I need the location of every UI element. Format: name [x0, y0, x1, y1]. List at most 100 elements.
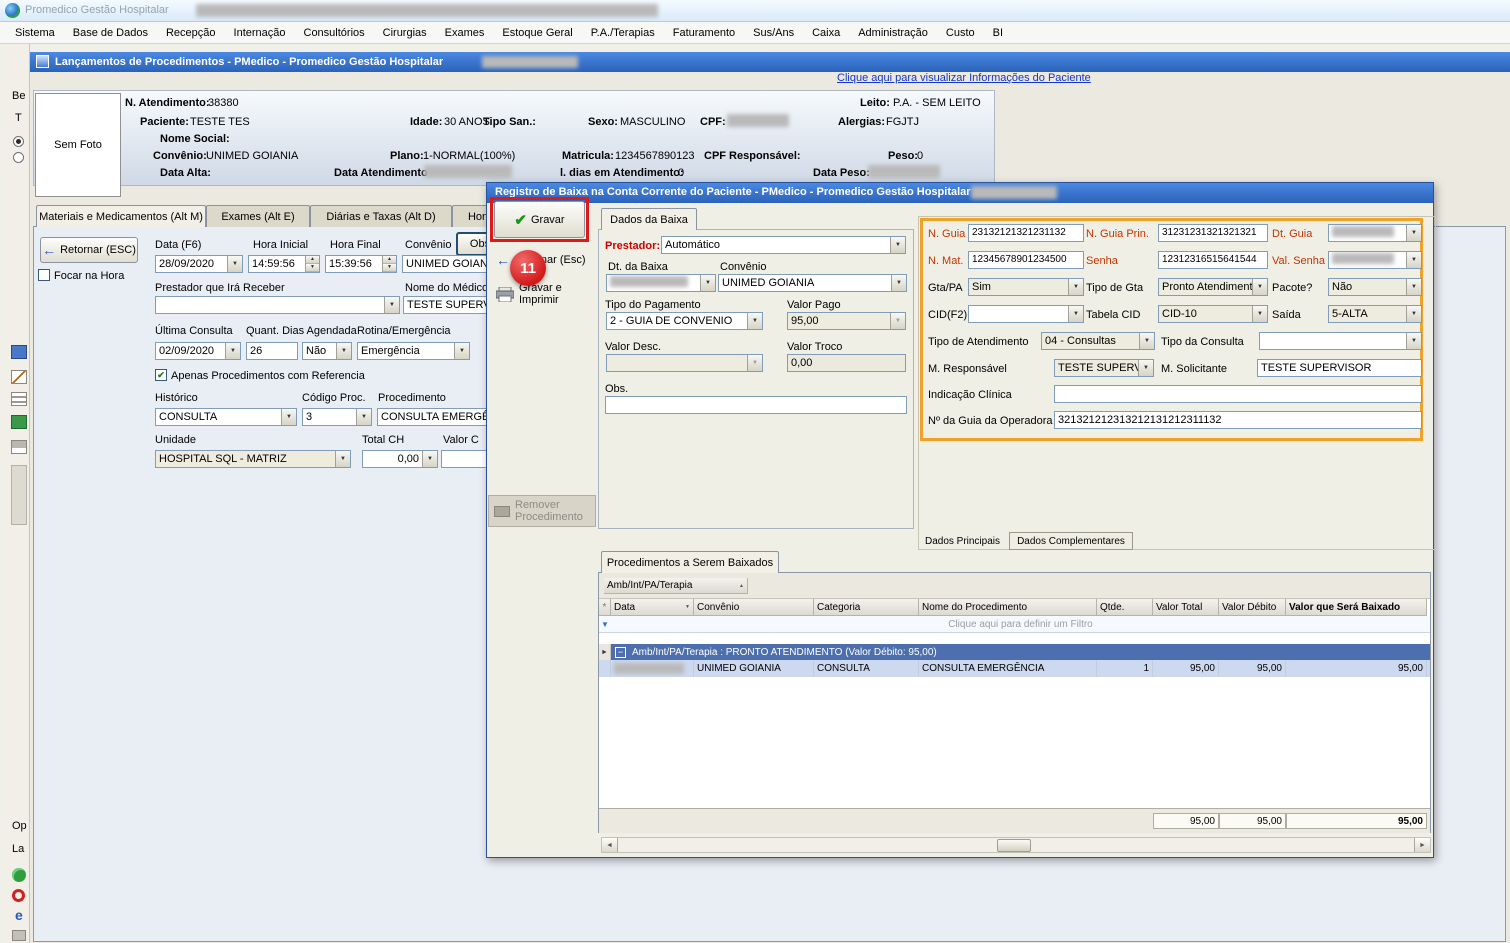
spinner-icon[interactable]: ▲▼	[305, 256, 319, 272]
col-header-nome-procedimento[interactable]: Nome do Procedimento	[919, 599, 1097, 616]
menu-cirurgias[interactable]: Cirurgias	[374, 27, 436, 39]
blue-e-icon[interactable]: e	[15, 907, 23, 923]
menu-internacao[interactable]: Internação	[225, 27, 295, 39]
historico-select[interactable]: CONSULTA ▼	[155, 408, 297, 426]
guia-operadora-field[interactable]: 321321212313212131212311132	[1054, 411, 1422, 429]
rotina-emergencia-select[interactable]: Emergência ▼	[357, 342, 470, 360]
chevron-down-icon[interactable]: ▼	[1406, 225, 1421, 241]
col-header-convenio[interactable]: Convênio	[694, 599, 814, 616]
dt-guia-select[interactable]: ▼	[1328, 224, 1422, 242]
chevron-down-icon[interactable]: ▼	[1252, 279, 1267, 295]
dialog-convenio-select[interactable]: UNIMED GOIANIA ▼	[718, 274, 907, 292]
green-circle-icon[interactable]	[12, 868, 26, 882]
menu-exames[interactable]: Exames	[436, 27, 494, 39]
gta-pa-select[interactable]: Sim ▼	[968, 278, 1084, 296]
chevron-down-icon[interactable]: ▼	[1068, 306, 1083, 322]
chevron-down-icon[interactable]: ▼	[1252, 306, 1267, 322]
chevron-down-icon[interactable]: ▼	[747, 313, 762, 329]
chevron-down-icon[interactable]: ▼	[454, 343, 469, 359]
menu-pa-terapias[interactable]: P.A./Terapias	[582, 27, 664, 39]
hora-final-spinner[interactable]: 15:39:56 ▲▼	[325, 255, 397, 273]
retornar-esc-button[interactable]: ← Retornar (ESC)	[40, 237, 138, 263]
col-header-qtde[interactable]: Qtde.	[1097, 599, 1153, 616]
chevron-down-icon[interactable]: ▼	[422, 451, 437, 467]
tab-dados-complementares[interactable]: Dados Complementares	[1009, 532, 1133, 550]
grid-group-row[interactable]: − Amb/Int/PA/Terapia : PRONTO ATENDIMENT…	[611, 644, 1430, 660]
chevron-down-icon[interactable]: ▼	[336, 343, 351, 359]
groupby-column-chip[interactable]: Amb/Int/PA/Terapia ▲	[604, 578, 748, 594]
patient-info-link[interactable]: Clique aqui para visualizar Informações …	[837, 72, 1091, 84]
gray-icon[interactable]	[12, 930, 26, 941]
spin-up-icon[interactable]: ▲	[306, 256, 319, 264]
grid-hscrollbar[interactable]: ◄ ►	[601, 837, 1431, 853]
chevron-down-icon[interactable]: ▼	[335, 451, 350, 467]
menu-sistema[interactable]: Sistema	[6, 27, 64, 39]
chevron-down-icon[interactable]: ▼	[1406, 333, 1421, 349]
spinner-icon[interactable]: ▲▼	[382, 256, 396, 272]
sidebar-tab-be[interactable]: Be	[12, 90, 25, 102]
chevron-down-icon[interactable]: ▼	[1138, 360, 1153, 376]
agendada-select[interactable]: Não ▼	[302, 342, 352, 360]
spin-up-icon[interactable]: ▲	[383, 256, 396, 264]
prestador-receber-select[interactable]: ▼	[155, 296, 400, 314]
col-header-valor-debito[interactable]: Valor Débito	[1219, 599, 1286, 616]
tab-diarias-taxas[interactable]: Diárias e Taxas (Alt D)	[310, 205, 452, 227]
chevron-down-icon[interactable]: ▼	[891, 275, 906, 291]
chevron-down-icon[interactable]: ▼	[356, 409, 371, 425]
chevron-down-icon[interactable]: ▼	[225, 343, 240, 359]
col-header-data[interactable]: Data▼	[611, 599, 694, 616]
tipo-atendimento-select[interactable]: 04 - Consultas ▼	[1041, 332, 1155, 350]
tab-procedimentos-baixados[interactable]: Procedimentos a Serem Baixados	[601, 551, 779, 573]
scroll-left-button[interactable]: ◄	[602, 838, 618, 852]
tabela-cid-select[interactable]: CID-10 ▼	[1158, 305, 1268, 323]
computer-icon[interactable]	[11, 345, 27, 359]
chevron-down-icon[interactable]: ▼	[281, 409, 296, 425]
gravar-button[interactable]: ✔ Gravar	[494, 201, 585, 238]
chevron-down-icon[interactable]: ▼	[1406, 252, 1421, 268]
spin-down-icon[interactable]: ▼	[306, 264, 319, 272]
red-ring-icon[interactable]	[12, 889, 25, 902]
total-ch-select[interactable]: 0,00 ▼	[362, 450, 438, 468]
tab-exames[interactable]: Exames (Alt E)	[206, 205, 310, 227]
chevron-down-icon[interactable]: ▼	[1139, 333, 1154, 349]
menu-faturamento[interactable]: Faturamento	[664, 27, 744, 39]
apenas-referencia-checkbox[interactable]: ✔	[155, 369, 167, 381]
filter-funnel-icon[interactable]: ▼	[599, 620, 611, 629]
chevron-down-icon[interactable]: ▼	[1406, 279, 1421, 295]
prestador-select[interactable]: Automático ▼	[661, 236, 906, 254]
edit-icon[interactable]	[11, 370, 27, 384]
quant-dias-field[interactable]: 26	[246, 342, 298, 360]
filter-hint[interactable]: Clique aqui para definir um Filtro	[611, 619, 1430, 630]
tab-dados-da-baixa[interactable]: Dados da Baixa	[601, 208, 697, 230]
sidebar-la-label[interactable]: La	[12, 843, 24, 855]
chevron-down-icon[interactable]: ▼	[384, 297, 399, 313]
grid-filter-row[interactable]: ▼ Clique aqui para definir um Filtro	[599, 616, 1430, 633]
menu-bi[interactable]: BI	[984, 27, 1012, 39]
pacote-select[interactable]: Não ▼	[1328, 278, 1422, 296]
tipo-de-gta-select[interactable]: Pronto Atendimento ▼	[1158, 278, 1268, 296]
col-header-valor-baixado[interactable]: Valor que Será Baixado	[1286, 599, 1427, 616]
tipo-consulta-select[interactable]: ▼	[1259, 332, 1422, 350]
menu-caixa[interactable]: Caixa	[803, 27, 849, 39]
n-mat-field[interactable]: 12345678901234500	[968, 251, 1084, 269]
chevron-down-icon[interactable]: ▼	[890, 237, 905, 253]
sidebar-tab-t[interactable]: T	[15, 112, 22, 124]
cid-f2-select[interactable]: ▼	[968, 305, 1084, 323]
col-header-categoria[interactable]: Categoria	[814, 599, 919, 616]
spin-down-icon[interactable]: ▼	[383, 264, 396, 272]
grid-data-row[interactable]: UNIMED GOIANIA CONSULTA CONSULTA EMERGÊN…	[599, 660, 1430, 677]
chevron-down-icon[interactable]: ▼	[1068, 279, 1083, 295]
menu-recepcao[interactable]: Recepção	[157, 27, 225, 39]
col-header-valor-total[interactable]: Valor Total	[1153, 599, 1219, 616]
menu-consultorios[interactable]: Consultórios	[295, 27, 374, 39]
sidebar-op-label[interactable]: Op	[12, 820, 27, 832]
menu-estoque-geral[interactable]: Estoque Geral	[493, 27, 581, 39]
tab-materiais-medicamentos[interactable]: Materiais e Medicamentos (Alt M)	[36, 205, 206, 227]
val-senha-select[interactable]: ▼	[1328, 251, 1422, 269]
list-icon[interactable]	[11, 392, 27, 406]
scroll-right-button[interactable]: ►	[1414, 838, 1430, 852]
indicacao-clinica-field[interactable]	[1054, 385, 1422, 403]
dt-baixa-select[interactable]: ▼	[606, 274, 716, 292]
procedimento-field[interactable]: CONSULTA EMERGÊNCIA	[377, 408, 487, 426]
menu-custo[interactable]: Custo	[937, 27, 984, 39]
